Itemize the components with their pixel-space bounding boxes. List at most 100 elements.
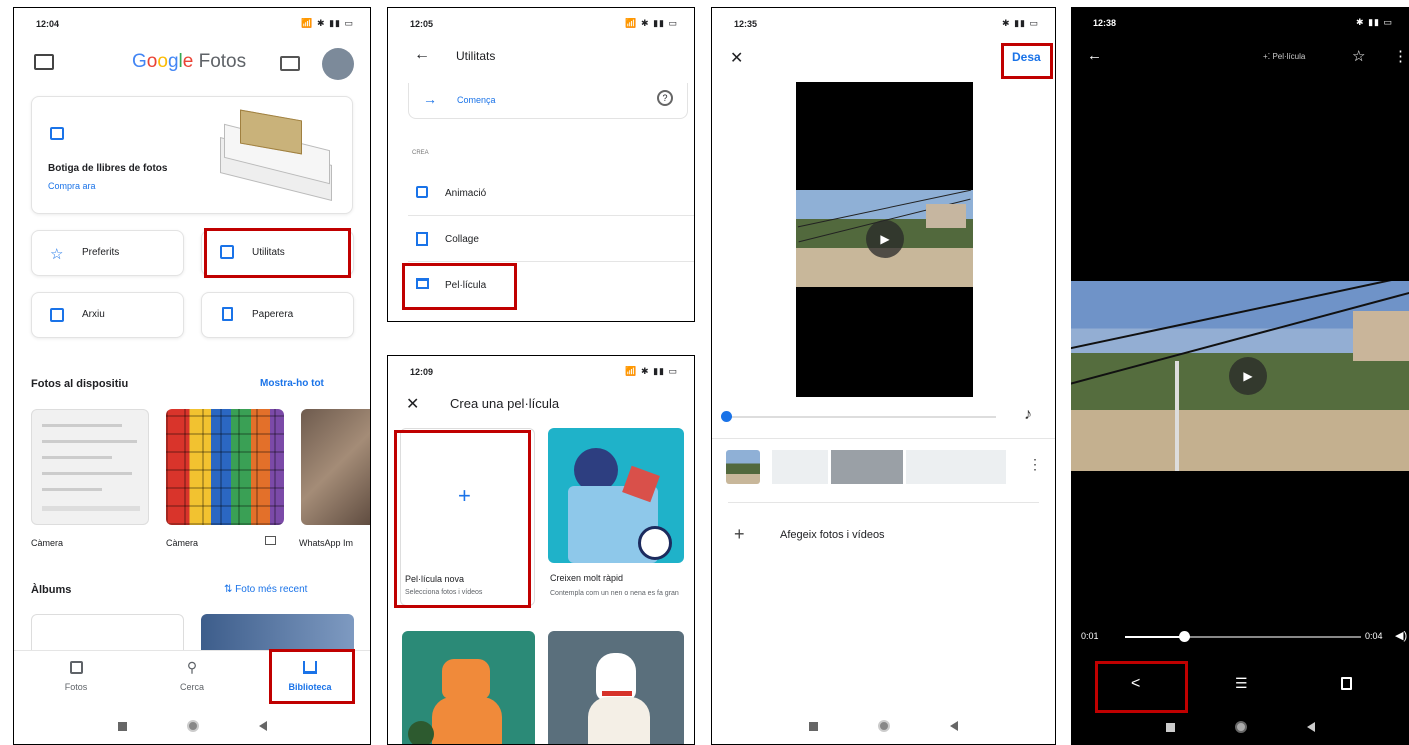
utilities-button[interactable]: Utilitats (201, 230, 354, 276)
recents-icon[interactable] (1165, 722, 1175, 732)
back-icon[interactable] (258, 721, 267, 731)
timeline-slider[interactable] (721, 411, 996, 422)
clip-trim-bar[interactable] (772, 450, 1006, 484)
photos-icon (69, 661, 83, 674)
back-icon[interactable] (1306, 722, 1315, 732)
device-album-thumb[interactable] (301, 409, 370, 525)
more-options-icon[interactable]: ⋮ (1393, 47, 1408, 65)
device-album-label: Càmera (166, 538, 199, 548)
clip-thumbnail[interactable] (726, 450, 760, 484)
help-icon[interactable]: ? (657, 90, 673, 106)
animation-row[interactable]: Animació (408, 178, 694, 216)
back-arrow-icon[interactable]: ← (414, 46, 430, 64)
add-media-row[interactable]: + Afegeix fotos i vídeos (734, 524, 1034, 548)
nav-photos[interactable]: Fotos (52, 661, 100, 692)
collage-icon (416, 232, 428, 246)
recent-photo-sort[interactable]: ⇅ Foto més recent (224, 584, 307, 595)
new-movie-subtitle: Selecciona fotos i vídeos (405, 589, 483, 596)
grow-fast-subtitle: Contempla com un nen o nena es fa gran (550, 590, 679, 597)
theme-card-dog[interactable] (548, 631, 684, 744)
messages-icon[interactable] (34, 54, 54, 70)
status-icons: 📶 ✱ ▮▮ ▭ (301, 18, 354, 28)
book-title: Botiga de llibres de fotos (48, 163, 168, 174)
logo-letter: o (146, 51, 158, 72)
seek-thumb[interactable] (1179, 631, 1190, 642)
library-icon (303, 661, 317, 674)
status-icons: ✱ ▮▮ ▭ (1356, 17, 1393, 27)
start-row[interactable]: → Comença ? (408, 83, 688, 119)
time-end: 0:04 (1365, 631, 1383, 641)
store-icon (50, 127, 64, 140)
share-icon[interactable]: < (1131, 675, 1140, 693)
movie-row[interactable]: Pel·lícula (408, 270, 694, 308)
volume-icon[interactable]: ◀) (1395, 629, 1407, 642)
system-nav-bar (14, 708, 370, 744)
archive-label: Arxiu (82, 309, 105, 320)
clip-trim-selection[interactable] (828, 450, 906, 484)
screen-movie-player: 12:38 ✱ ▮▮ ▭ ← +⁚ Pel·lícula ☆ ⋮ ▶ 0:01 … (1071, 7, 1409, 745)
device-album-label: WhatsApp Im (299, 538, 354, 548)
recent-photo-label: Foto més recent (235, 584, 308, 595)
trash-icon (222, 307, 233, 321)
avatar[interactable] (322, 48, 354, 80)
music-note-icon[interactable]: ♪ (1024, 406, 1032, 424)
seek-progress (1125, 636, 1184, 638)
utilities-icon (220, 245, 234, 259)
buy-now-link[interactable]: Compra ara (48, 181, 96, 191)
movie-label: Pel·lícula (445, 280, 487, 291)
start-label: Comença (457, 95, 496, 105)
status-time: 12:09 (410, 367, 434, 377)
star-icon: ☆ (50, 246, 64, 263)
status-bar: 12:04 📶 ✱ ▮▮ ▭ (14, 8, 370, 36)
home-icon[interactable] (1234, 721, 1247, 733)
screen-movie-editor: 12:35 ✱ ▮▮ ▭ ✕ Desa ▶ ♪ ⋮ + Afegeix foto… (711, 7, 1056, 745)
device-album-thumb[interactable] (166, 409, 284, 525)
star-icon[interactable]: ☆ (1352, 47, 1365, 65)
page-title: Crea una pel·lícula (450, 396, 560, 411)
screen-create-movie: 12:09 📶 ✱ ▮▮ ▭ ✕ Crea una pel·lícula + P… (387, 355, 695, 745)
add-icon: + (734, 524, 745, 544)
save-button[interactable]: Desa (1012, 50, 1041, 64)
delete-icon[interactable] (1341, 677, 1352, 690)
back-arrow-icon[interactable]: ← (1087, 47, 1102, 64)
recents-icon[interactable] (117, 721, 127, 731)
trash-button[interactable]: Paperera (201, 292, 354, 338)
video-preview[interactable]: ▶ (796, 82, 973, 397)
theme-card-cat[interactable] (402, 631, 535, 744)
trash-label: Paperera (252, 309, 294, 320)
album-create-tile[interactable] (31, 614, 184, 654)
edit-adjust-icon[interactable]: ☰ (1235, 675, 1248, 692)
nav-search[interactable]: ⚲ Cerca (168, 659, 216, 692)
close-icon[interactable]: ✕ (730, 48, 743, 68)
archive-button[interactable]: Arxiu (31, 292, 184, 338)
new-movie-card[interactable]: + Pel·lícula nova Selecciona fotos i víd… (400, 428, 535, 606)
show-all-link[interactable]: Mostra-ho tot (260, 378, 324, 389)
album-thumb[interactable] (201, 614, 354, 654)
seek-bar[interactable] (1125, 631, 1361, 642)
close-icon[interactable]: ✕ (406, 394, 419, 414)
home-icon[interactable] (186, 720, 199, 732)
bottom-nav: Fotos ⚲ Cerca Biblioteca (14, 650, 370, 712)
status-bar: 12:05 📶 ✱ ▮▮ ▭ (388, 8, 694, 36)
collage-row[interactable]: Collage (408, 224, 694, 262)
favorites-button[interactable]: ☆ Preferits (31, 230, 184, 276)
play-button[interactable]: ▶ (1229, 357, 1267, 395)
home-icon[interactable] (878, 720, 890, 732)
photo-book-card[interactable]: Botiga de llibres de fotos Compra ara (31, 96, 353, 214)
status-bar: 12:09 📶 ✱ ▮▮ ▭ (388, 356, 694, 384)
animation-icon (416, 186, 428, 198)
timeline-thumb[interactable] (721, 411, 732, 422)
logo-letter: e (182, 51, 194, 72)
utilities-label: Utilitats (252, 247, 285, 258)
nav-library[interactable]: Biblioteca (278, 661, 342, 692)
status-icons: 📶 ✱ ▮▮ ▭ (625, 366, 678, 376)
nav-search-label: Cerca (179, 682, 204, 692)
back-icon[interactable] (950, 721, 958, 731)
movie-label[interactable]: +⁚ Pel·lícula (1263, 52, 1305, 61)
cast-icon[interactable] (280, 56, 300, 71)
grow-fast-card[interactable]: Creixen molt ràpid Contempla com un nen … (548, 428, 684, 606)
more-options-icon[interactable]: ⋮ (1028, 456, 1042, 473)
recents-icon[interactable] (809, 721, 818, 731)
device-album-thumb[interactable] (31, 409, 149, 525)
play-button[interactable]: ▶ (866, 220, 904, 258)
